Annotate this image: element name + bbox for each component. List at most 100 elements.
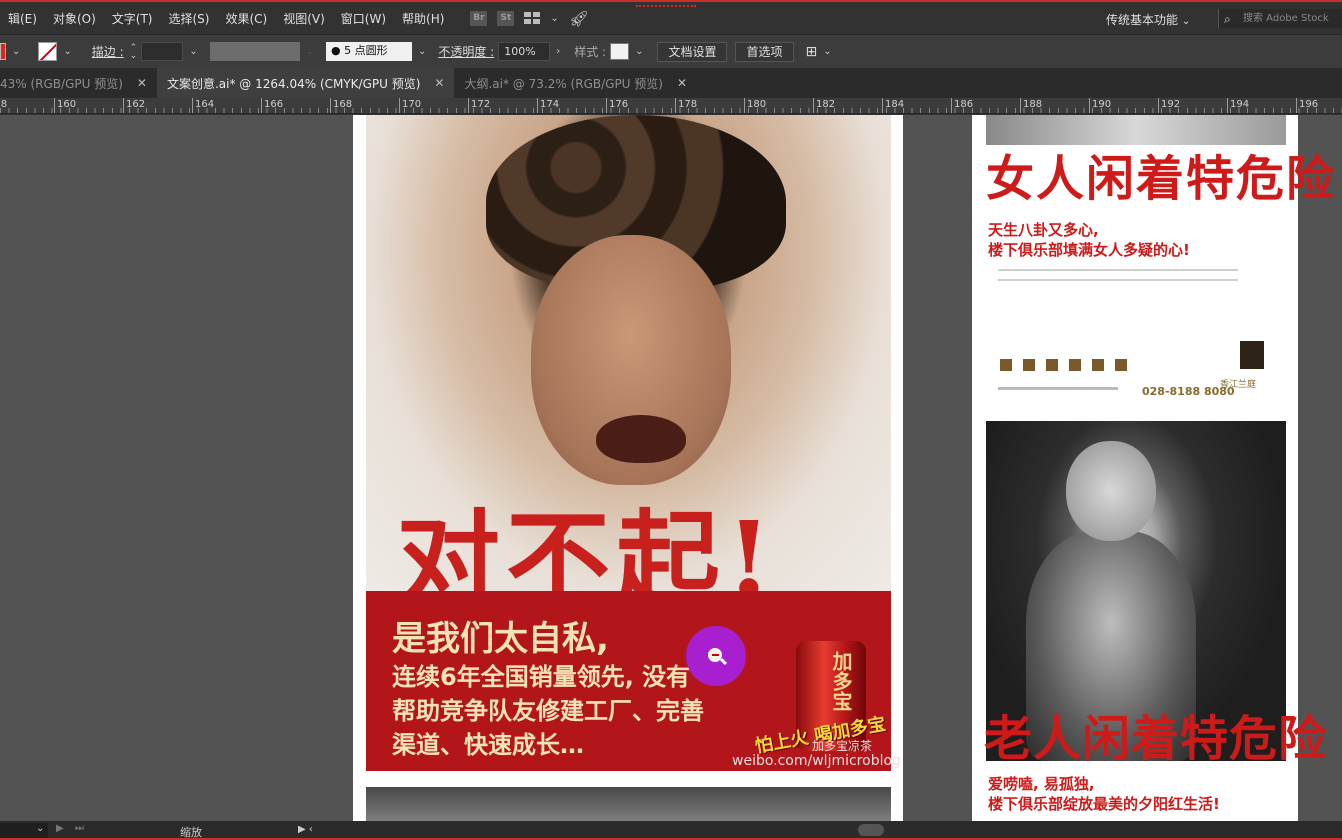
ruler-major-tick [330, 98, 331, 113]
brush-label: 5 点圆形 [344, 44, 388, 57]
menu-object[interactable]: 对象(O) [45, 10, 104, 27]
ruler-major-tick [951, 98, 952, 113]
gpu-rocket-icon[interactable]: 🚀︎ [569, 9, 589, 28]
chevron-down-icon[interactable]: ⌄ [635, 46, 643, 57]
workspace-label: 传统基本功能 [1106, 13, 1179, 27]
next-poster-photo[interactable] [366, 787, 891, 821]
tab-document-3[interactable]: 大纲.ai* @ 73.2% (RGB/GPU 预览) ✕ [454, 68, 697, 98]
fill-color-swatch[interactable] [0, 43, 6, 60]
chevron-down-icon[interactable]: ⌄ [12, 46, 20, 57]
amenity-icon [1115, 359, 1127, 371]
ruler-tick-label: 196 [1299, 99, 1319, 110]
menu-edit[interactable]: 辑(E) [0, 10, 45, 27]
artboard-nav-icons[interactable]: ▶︎ ⏭︎ [56, 823, 88, 834]
stroke-stepper-icon[interactable]: ⌃ ⌄ [130, 43, 138, 60]
close-icon[interactable]: ✕ [137, 76, 147, 90]
ruler-tick-label: 194 [1230, 99, 1250, 110]
stock-icon[interactable]: St [497, 10, 515, 26]
stroke-label[interactable]: 描边 : [92, 43, 124, 60]
zoom-level-input[interactable]: ⌄ [0, 823, 48, 838]
poster-red-panel[interactable]: 是我们太自私, 连续6年全国销量领先, 没有 帮助竞争队友修建工厂、完善 渠道、… [366, 591, 901, 771]
amenity-icon [1023, 359, 1035, 371]
tab-document-active[interactable]: 文案创意.ai* @ 1264.04% (CMYK/GPU 预览) ✕ [156, 68, 455, 98]
artboard-poster-left[interactable]: 对不起! 是我们太自私, 连续6年全国销量领先, 没有 帮助竞争队友修建工厂、完… [353, 115, 903, 821]
menu-view[interactable]: 视图(V) [275, 10, 333, 27]
horizontal-ruler[interactable]: 158 160 162 164 166 168 170 172 174 176 178 180 182 1… [0, 98, 1342, 114]
close-icon[interactable]: ✕ [434, 76, 444, 90]
ruler-tick-label: 192 [1161, 99, 1181, 110]
chevron-down-icon[interactable]: ⌄ [306, 46, 314, 57]
ruler-tick-label: 190 [1092, 99, 1112, 110]
scrollbar-thumb[interactable] [858, 824, 884, 836]
artboard-poster-right[interactable]: 女人闲着特危险 天生八卦又多心, 楼下俱乐部填满女人多疑的心! 028-8188… [972, 115, 1334, 821]
can-brand-text: 加多宝 [829, 651, 853, 711]
amenity-icon [1069, 359, 1081, 371]
horizontal-scrollbar[interactable] [318, 824, 1342, 837]
variable-width-profile[interactable] [209, 42, 300, 61]
bridge-icon[interactable]: Br [470, 10, 488, 26]
workspace-switcher[interactable]: 传统基本功能 ⌄ [1106, 11, 1190, 28]
title-accent-strip [636, 2, 696, 7]
ruler-major-tick [1158, 98, 1159, 113]
artwork-canvas[interactable]: 对不起! 是我们太自私, 连续6年全国销量领先, 没有 帮助竞争队友修建工厂、完… [0, 115, 1342, 821]
ruler-major-tick [744, 98, 745, 113]
chevron-down-icon[interactable]: ⌄ [36, 823, 44, 834]
ruler-major-tick [1020, 98, 1021, 113]
tab-label: 文案创意.ai* @ 1264.04% (CMYK/GPU 预览) [166, 76, 421, 91]
menu-select[interactable]: 选择(S) [160, 10, 217, 27]
estate-logo-icon [1240, 341, 1264, 369]
estate-logo-name: 香江兰庭 [1220, 380, 1257, 390]
brush-definition[interactable]: ● 5 点圆形 [325, 42, 412, 61]
menu-type[interactable]: 文字(T) [104, 10, 161, 27]
body-text-line [998, 269, 1238, 271]
preferences-button[interactable]: 首选项 [735, 41, 794, 62]
chevron-down-icon[interactable]: ⌄ [189, 46, 197, 57]
graphic-style-swatch[interactable] [610, 43, 630, 60]
ruler-tick-label: 182 [816, 99, 836, 110]
chevron-right-icon[interactable]: › [556, 46, 560, 57]
poster-title-women: 女人闲着特危险 [986, 151, 1337, 207]
amenity-icon [1092, 359, 1104, 371]
style-label: 样式 : [574, 45, 607, 59]
menu-window[interactable]: 窗口(W) [333, 10, 394, 27]
ruler-tick-label: 158 [0, 99, 8, 110]
align-icon[interactable]: ⊞ [806, 44, 818, 60]
ruler-major-tick [1089, 98, 1090, 113]
subtitle-elderly-1: 爱唠嗑, 易孤独, [988, 775, 1095, 793]
chevron-down-icon[interactable]: ⌄ [63, 46, 71, 57]
chevron-down-icon[interactable]: ⌄ [418, 46, 426, 57]
menu-help[interactable]: 帮助(H) [394, 10, 452, 27]
ruler-major-tick [537, 98, 538, 113]
play-icon[interactable]: ▶︎ ‹ [298, 824, 313, 835]
ruler-tick-label: 188 [1023, 99, 1043, 110]
opacity-label[interactable]: 不透明度 : [438, 43, 494, 60]
ruler-tick-label: 168 [333, 99, 353, 110]
menu-effect[interactable]: 效果(C) [217, 10, 275, 27]
stroke-color-swatch[interactable] [38, 42, 58, 61]
body-text-line [998, 279, 1238, 281]
ruler-major-tick [882, 98, 883, 113]
arrange-documents-icon[interactable] [524, 12, 541, 24]
address-text-line [998, 387, 1118, 390]
stroke-weight-input[interactable] [141, 42, 184, 61]
chevron-down-icon[interactable]: ⌄ [823, 46, 831, 57]
ruler-major-tick [399, 98, 400, 113]
chevron-down-icon[interactable]: ⌄ [550, 13, 558, 24]
poster-title-elderly: 老人闲着特危险 [984, 711, 1328, 767]
subtitle-women-2: 楼下俱乐部填满女人多疑的心! [988, 241, 1190, 259]
opacity-input[interactable]: 100% [498, 42, 551, 61]
ruler-major-tick [54, 98, 55, 113]
document-setup-button[interactable]: 文档设置 [657, 41, 728, 62]
ruler-tick-label: 166 [264, 99, 284, 110]
crying-child-photo[interactable]: 对不起! [366, 115, 891, 621]
close-icon[interactable]: ✕ [677, 76, 687, 90]
amenity-icon [1000, 359, 1012, 371]
ruler-major-tick [1227, 98, 1228, 113]
amenity-icons [1000, 359, 1127, 371]
ruler-tick-label: 174 [540, 99, 560, 110]
menu-bar: 辑(E) 对象(O) 文字(T) 选择(S) 效果(C) 视图(V) 窗口(W)… [0, 0, 1342, 34]
subtitle-women-1: 天生八卦又多心, [988, 221, 1099, 239]
subtitle-elderly-2: 楼下俱乐部绽放最美的夕阳红生活! [988, 795, 1220, 813]
tab-document-1[interactable]: 43% (RGB/GPU 预览) ✕ [0, 68, 157, 98]
stock-search-input[interactable]: ⌕ 搜索 Adobe Stock [1218, 9, 1342, 28]
